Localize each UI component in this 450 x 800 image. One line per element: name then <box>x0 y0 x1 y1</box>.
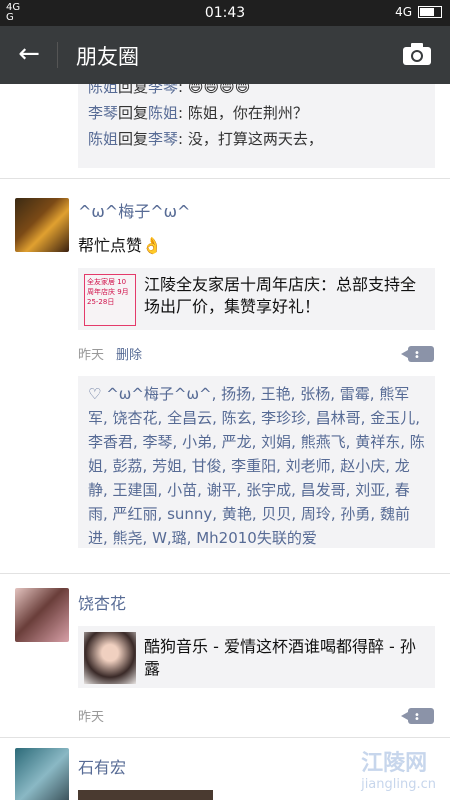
post-author[interactable]: 饶杏花 <box>78 590 126 614</box>
post-text: 帮忙点赞👌 <box>78 236 162 255</box>
post-divider <box>0 178 450 179</box>
comment-menu-button[interactable]: • • <box>401 708 434 725</box>
avatar[interactable] <box>15 198 69 252</box>
battery-icon <box>418 6 442 18</box>
more-icon: • • <box>414 710 422 725</box>
link-card[interactable]: 全友家居 10周年店庆 9月25-28日 江陵全友家居十周年店庆：总部支持全场出… <box>78 268 435 330</box>
link-card[interactable]: 酷狗音乐 - 爱情这杯酒谁喝都得醉 - 孙露 <box>78 626 435 688</box>
post-image[interactable] <box>78 790 213 800</box>
post-author[interactable]: ^ω^梅子^ω^ <box>78 198 190 222</box>
avatar[interactable] <box>15 588 69 642</box>
watermark: 江陵网 jiangling.cn <box>361 751 436 792</box>
comment-item[interactable]: 李琴回复陈姐: 陈姐，你在荆州？ <box>78 100 435 126</box>
network-label: 4G <box>395 5 412 19</box>
delete-link[interactable]: 删除 <box>116 348 142 363</box>
link-thumbnail: 全友家居 10周年店庆 9月25-28日 <box>84 274 136 326</box>
post-author[interactable]: 石有宏 <box>78 754 126 778</box>
likes-list[interactable]: ♡ ^ω^梅子^ω^, 扬扬, 王艳, 张杨, 雷霉, 熊军军, 饶杏花, 全昌… <box>78 376 435 548</box>
post-time: 昨天 <box>78 348 105 363</box>
link-title: 江陵全友家居十周年店庆：总部支持全场出厂价，集赞享好礼！ <box>144 275 417 316</box>
status-bar: 4G G 01:43 4G <box>0 0 450 26</box>
back-button[interactable]: ← <box>12 39 46 71</box>
avatar[interactable] <box>15 748 69 800</box>
link-title: 酷狗音乐 - 爱情这杯酒谁喝都得醉 - 孙露 <box>144 637 416 678</box>
post-meta: 昨天 删除 <box>78 344 142 363</box>
comment-item[interactable]: 陈姐回复李琴: 没，打算这两天去， <box>78 126 435 152</box>
comment-item[interactable]: 陈姐回复李琴: 😄😄😄😄 <box>78 84 435 100</box>
post-divider <box>0 737 450 738</box>
more-icon: • • <box>414 348 422 363</box>
status-right: 4G <box>395 5 442 19</box>
comment-list: 陈姐回复李琴: 😄😄😄😄 李琴回复陈姐: 陈姐，你在荆州？ 陈姐回复李琴: 没，… <box>78 84 435 168</box>
post-time: 昨天 <box>78 710 105 725</box>
status-time: 01:43 <box>204 5 246 21</box>
comment-menu-button[interactable]: • • <box>401 346 434 363</box>
post-divider <box>0 573 450 574</box>
camera-icon[interactable] <box>402 42 432 66</box>
feed[interactable]: 陈姐回复李琴: 😄😄😄😄 李琴回复陈姐: 陈姐，你在荆州？ 陈姐回复李琴: 没，… <box>0 84 450 800</box>
page-title: 朋友圈 <box>76 45 139 69</box>
header-divider <box>57 42 58 68</box>
title-bar: ← 朋友圈 <box>0 26 450 84</box>
link-thumbnail <box>84 632 136 684</box>
